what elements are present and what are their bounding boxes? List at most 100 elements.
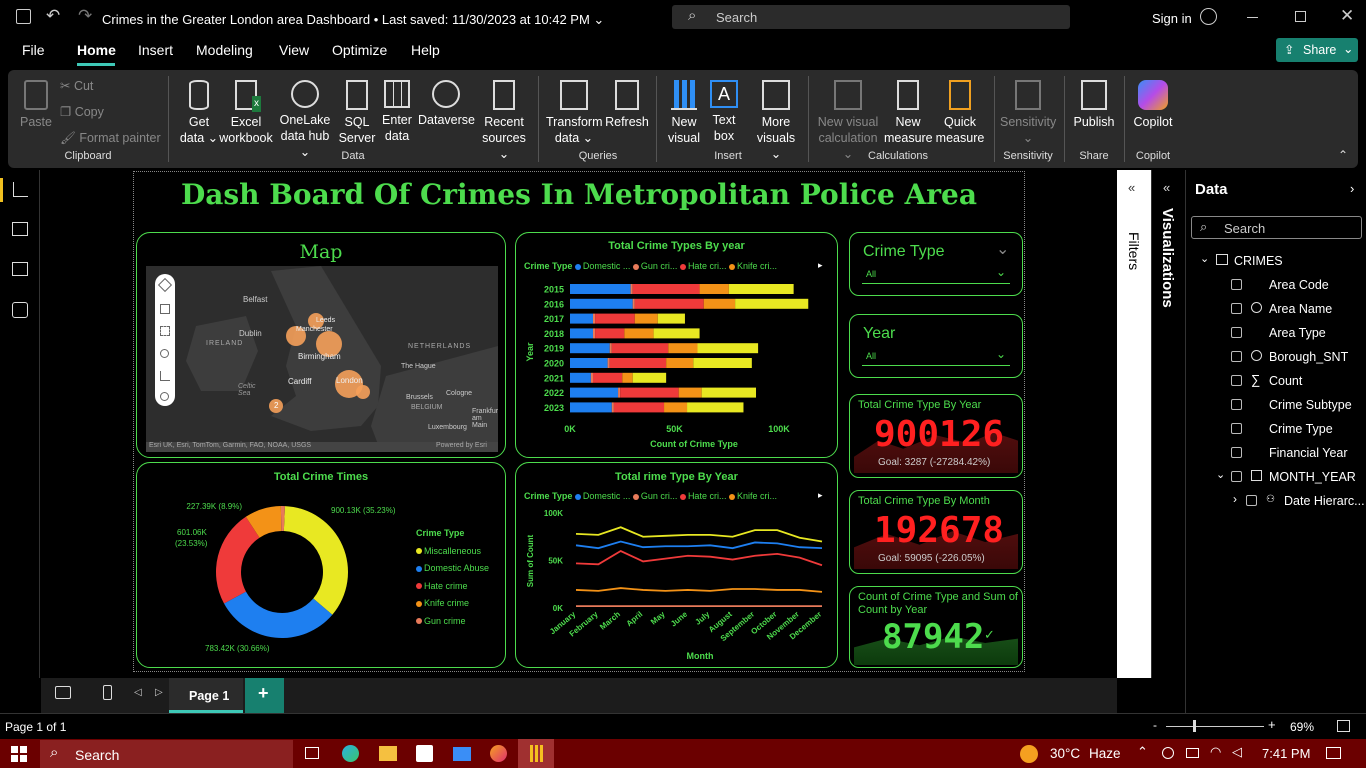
- field-area-type[interactable]: Area Type: [1186, 321, 1366, 345]
- chart-toggle-icon[interactable]: [160, 371, 170, 381]
- power-bi-taskbar-button[interactable]: [518, 739, 554, 768]
- menu-modeling[interactable]: Modeling: [196, 42, 253, 58]
- mail-icon[interactable]: [453, 747, 471, 761]
- zoom-slider-track[interactable]: [1166, 726, 1264, 727]
- slicer-dropdown[interactable]: All ⌄: [862, 265, 1010, 284]
- sign-in-link[interactable]: Sign in: [1152, 11, 1192, 26]
- copilot-button[interactable]: Copilot: [1128, 80, 1178, 130]
- menu-insert[interactable]: Insert: [138, 42, 173, 58]
- keyboard-icon[interactable]: [1186, 748, 1199, 758]
- new-measure-button[interactable]: New measure: [884, 80, 933, 146]
- taskbar-search[interactable]: ⌕ Search: [40, 740, 293, 768]
- donut-chart-visual[interactable]: Total Crime Times 900.13K (35.23%) 783.42…: [136, 462, 506, 668]
- field-area-name[interactable]: Area Name: [1186, 297, 1366, 321]
- line-chart-visual[interactable]: Total rime Type By Year Crime Type Domes…: [515, 462, 838, 668]
- desktop-layout-icon[interactable]: [55, 686, 71, 699]
- undo-icon[interactable]: ↶: [46, 6, 60, 26]
- kpi-total-by-month[interactable]: Total Crime Type By Month 192678 Goal: 5…: [849, 490, 1023, 574]
- wifi-icon[interactable]: ◠: [1210, 744, 1221, 760]
- field-financial-year[interactable]: Financial Year: [1186, 441, 1366, 465]
- notification-icon[interactable]: [1326, 747, 1341, 759]
- excel-workbook-button[interactable]: x Excel workbook: [218, 80, 274, 146]
- report-view-icon[interactable]: [0, 178, 3, 202]
- cut-button[interactable]: ✂ Cut: [60, 78, 160, 94]
- next-page-icon[interactable]: ▷: [155, 687, 163, 698]
- slicer-dropdown[interactable]: All ⌄: [862, 347, 1010, 366]
- field-checkbox[interactable]: [1246, 495, 1257, 506]
- avatar-icon[interactable]: [1200, 8, 1217, 25]
- field-month-year[interactable]: ⌄ MONTH_YEAR: [1186, 465, 1366, 489]
- data-search-input[interactable]: ⌕ Search: [1191, 216, 1362, 239]
- publish-button[interactable]: Publish: [1070, 80, 1118, 130]
- menu-home[interactable]: Home: [77, 42, 116, 58]
- edge-icon[interactable]: [342, 745, 359, 762]
- field-checkbox[interactable]: [1231, 327, 1242, 338]
- clear-chevron-icon[interactable]: ⌄: [996, 239, 1009, 259]
- field-checkbox[interactable]: [1231, 351, 1242, 362]
- enter-data-button[interactable]: Enter data: [378, 80, 416, 144]
- legend-next-icon[interactable]: ▸: [818, 260, 823, 271]
- zoom-out-icon[interactable]: -: [1153, 718, 1157, 732]
- onelake-button[interactable]: OneLake data hub ⌄: [274, 80, 336, 160]
- recent-sources-button[interactable]: Recent sources ⌄: [478, 80, 530, 162]
- field-checkbox[interactable]: [1231, 471, 1242, 482]
- field-area-code[interactable]: Area Code: [1186, 273, 1366, 297]
- save-icon[interactable]: [16, 9, 31, 24]
- zoom-in-icon[interactable]: +: [1268, 717, 1276, 732]
- field-checkbox[interactable]: [1231, 303, 1242, 314]
- zoom-slider-thumb[interactable]: [1193, 720, 1196, 732]
- transform-data-button[interactable]: Transform data ⌄: [546, 80, 603, 146]
- field-count[interactable]: ∑ Count: [1186, 369, 1366, 393]
- collapse-data-pane-icon[interactable]: ›: [1350, 181, 1354, 196]
- kpi-count-and-sum[interactable]: Count of Crime Type and Sum of Count by …: [849, 586, 1023, 668]
- model-view-icon[interactable]: [12, 262, 28, 276]
- crime-type-slicer[interactable]: Crime Type ⌄ All ⌄: [849, 232, 1023, 296]
- table-crimes[interactable]: ⌄ CRIMES: [1186, 249, 1366, 273]
- expand-visualizations-icon[interactable]: «: [1163, 180, 1170, 195]
- kpi-total-by-year[interactable]: Total Crime Type By Year 900126 Goal: 32…: [849, 394, 1023, 478]
- search-box[interactable]: ⌕ Search: [672, 5, 1070, 29]
- expand-filters-icon[interactable]: «: [1128, 180, 1135, 195]
- quick-measure-button[interactable]: Quick measure: [934, 80, 986, 146]
- page-tab-page-1[interactable]: Page 1: [169, 678, 243, 713]
- firefox-icon[interactable]: [490, 745, 507, 762]
- new-visual-button[interactable]: New visual: [664, 80, 704, 146]
- document-title[interactable]: Crimes in the Greater London area Dashbo…: [102, 12, 604, 28]
- maximize-icon[interactable]: [1295, 11, 1306, 22]
- get-data-button[interactable]: Get data ⌄: [176, 80, 222, 146]
- rect-select-icon[interactable]: [160, 326, 170, 336]
- refresh-button[interactable]: Refresh: [602, 80, 652, 130]
- report-view-icon[interactable]: [13, 182, 28, 197]
- person-icon[interactable]: [160, 392, 169, 401]
- weather-icon[interactable]: [1020, 745, 1038, 763]
- table-view-icon[interactable]: [12, 222, 28, 236]
- field-checkbox[interactable]: [1231, 447, 1242, 458]
- prev-page-icon[interactable]: ◁: [134, 687, 142, 698]
- add-page-button[interactable]: +: [245, 678, 284, 713]
- field-checkbox[interactable]: [1231, 375, 1242, 386]
- year-slicer[interactable]: Year All ⌄: [849, 314, 1023, 378]
- map-canvas[interactable]: Belfast Dublin IRELAND Leeds Manchester …: [146, 266, 498, 452]
- minimize-icon[interactable]: [1247, 17, 1258, 18]
- fit-to-page-icon[interactable]: [1337, 720, 1350, 732]
- field-date-hierarchy[interactable]: › ⚇ Date Hierarc...: [1186, 489, 1366, 513]
- menu-view[interactable]: View: [279, 42, 309, 58]
- menu-optimize[interactable]: Optimize: [332, 42, 387, 58]
- sensitivity-button[interactable]: Sensitivity ⌄: [1000, 80, 1056, 146]
- filters-pane[interactable]: « Filters: [1117, 170, 1151, 678]
- copy-button[interactable]: ❐ Copy: [60, 104, 160, 120]
- legend-next-icon[interactable]: ▸: [818, 490, 823, 501]
- visualizations-pane[interactable]: « Visualizations: [1151, 170, 1185, 678]
- redo-icon[interactable]: ↷: [78, 6, 92, 26]
- field-borough-snt[interactable]: Borough_SNT: [1186, 345, 1366, 369]
- bar-chart-visual[interactable]: Total Crime Types By year Crime Type Dom…: [515, 232, 838, 458]
- map-visual[interactable]: Map Belfast Dublin IRELAND Leeds Manches…: [136, 232, 506, 458]
- file-explorer-icon[interactable]: [379, 746, 397, 761]
- field-checkbox[interactable]: [1231, 423, 1242, 434]
- dax-query-icon[interactable]: [12, 302, 28, 318]
- menu-file[interactable]: File: [22, 42, 45, 58]
- store-icon[interactable]: [416, 745, 433, 762]
- task-view-icon[interactable]: [305, 747, 319, 759]
- field-crime-subtype[interactable]: Crime Subtype: [1186, 393, 1366, 417]
- weather-description[interactable]: Haze: [1089, 746, 1121, 761]
